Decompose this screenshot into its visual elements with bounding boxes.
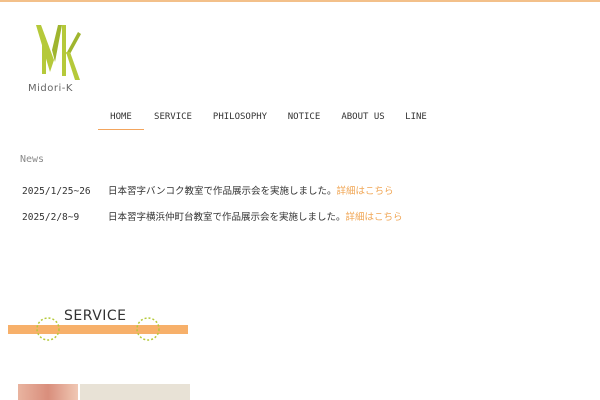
- nav-line[interactable]: LINE: [396, 104, 436, 130]
- service-section-banner: SERVICE: [8, 306, 190, 346]
- service-title: SERVICE: [64, 308, 127, 324]
- top-rule: [0, 0, 600, 2]
- news-text: 日本習字横浜仲町台教室で作品展示会を実施しました。: [108, 212, 346, 223]
- news-detail-link[interactable]: 詳細はこちら: [336, 186, 393, 197]
- site-logo[interactable]: Midori-K: [28, 20, 88, 100]
- news-item: 2025/1/25~26 日本習字バンコク教室で作品展示会を実施しました。詳細はこ…: [22, 183, 394, 197]
- nav-about-us-label: ABOUT US: [341, 112, 385, 122]
- nav-about-us[interactable]: ABOUT US: [330, 104, 396, 130]
- nav-line-label: LINE: [405, 112, 427, 122]
- nav-service[interactable]: SERVICE: [144, 104, 202, 130]
- nav-philosophy[interactable]: PHILOSOPHY: [202, 104, 278, 130]
- service-image-2[interactable]: [80, 384, 190, 400]
- service-image-1[interactable]: [18, 384, 78, 400]
- nav-service-label: SERVICE: [154, 112, 192, 122]
- nav-notice-label: NOTICE: [287, 112, 321, 122]
- news-date: 2025/1/25~26: [22, 186, 91, 197]
- news-heading: News: [20, 154, 45, 165]
- logo-text: Midori-K: [28, 83, 73, 94]
- nav-home[interactable]: HOME: [98, 104, 144, 130]
- logo-mark-icon: [36, 25, 81, 80]
- nav-philosophy-label: PHILOSOPHY: [212, 112, 268, 122]
- news-date: 2025/2/8~9: [22, 212, 80, 223]
- news-detail-link[interactable]: 詳細はこちら: [346, 212, 403, 223]
- nav-notice[interactable]: NOTICE: [278, 104, 330, 130]
- main-nav: HOME SERVICE PHILOSOPHY NOTICE ABOUT US …: [98, 104, 436, 130]
- nav-home-label: HOME: [110, 112, 132, 122]
- news-text: 日本習字バンコク教室で作品展示会を実施しました。: [108, 186, 337, 197]
- news-item: 2025/2/8~9 日本習字横浜仲町台教室で作品展示会を実施しました。詳細はこち…: [22, 209, 403, 223]
